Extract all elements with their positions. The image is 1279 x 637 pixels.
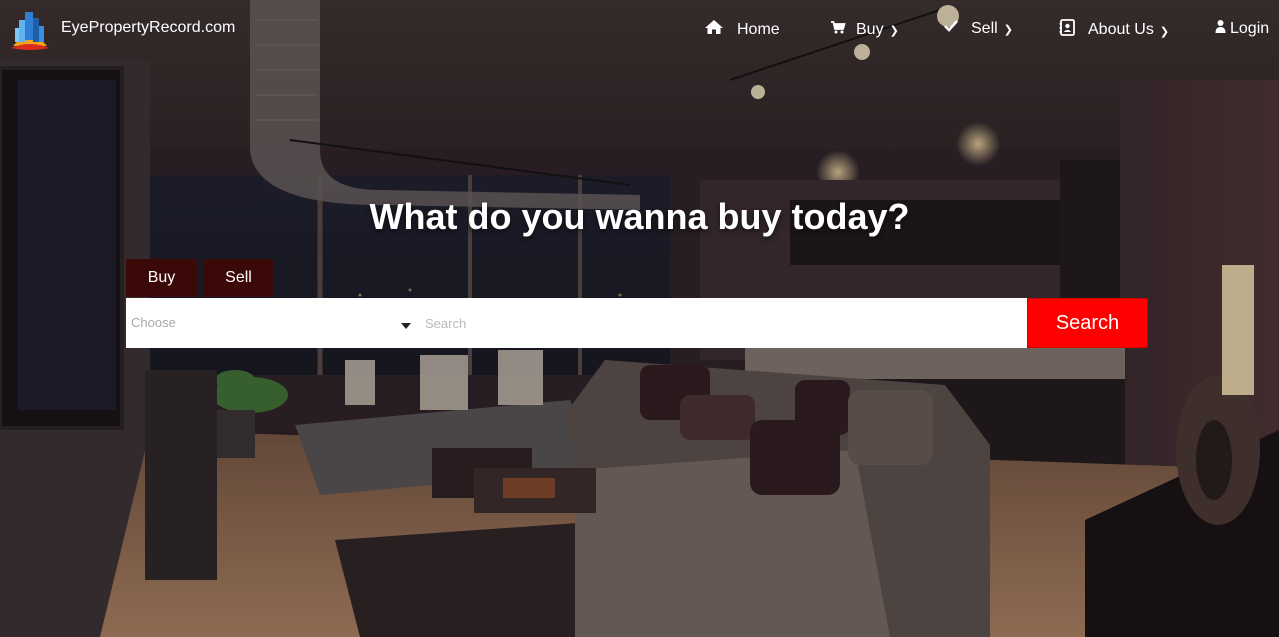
property-type-select-value: Choose bbox=[131, 315, 176, 330]
nav-home-label: Home bbox=[737, 20, 780, 38]
nav-home[interactable]: Home bbox=[704, 19, 780, 40]
nav-about-us-label: About Us bbox=[1088, 21, 1154, 38]
chevron-down-icon: ❯ bbox=[1159, 25, 1170, 38]
nav-login-label: Login bbox=[1230, 19, 1270, 37]
home-icon bbox=[704, 19, 724, 40]
nav-about-us[interactable]: About Us ❯ bbox=[1059, 19, 1169, 41]
main-nav: Home Buy ❯ Sell ❯ About Us ❯ Login bbox=[0, 19, 1279, 41]
search-bar: Choose bbox=[126, 298, 1027, 348]
nav-buy[interactable]: Buy ❯ bbox=[830, 19, 899, 40]
user-icon bbox=[1215, 19, 1226, 38]
site-header: EyePropertyRecord.com Home Buy ❯ Sell ❯ bbox=[0, 0, 1279, 60]
property-type-select[interactable]: Choose bbox=[126, 298, 418, 348]
search-input[interactable] bbox=[425, 298, 1020, 348]
contact-card-icon bbox=[1059, 19, 1075, 41]
nav-sell-label: Sell bbox=[971, 19, 998, 37]
nav-buy-label: Buy bbox=[856, 20, 884, 38]
caret-down-icon bbox=[401, 323, 411, 329]
cart-icon bbox=[830, 19, 846, 40]
tab-buy[interactable]: Buy bbox=[126, 259, 197, 297]
search-button[interactable]: Search bbox=[1027, 298, 1148, 348]
nav-login[interactable]: Login bbox=[1215, 19, 1269, 38]
nav-sell[interactable]: Sell ❯ bbox=[944, 19, 1013, 38]
tab-sell[interactable]: Sell bbox=[203, 259, 274, 297]
chevron-down-icon: ❯ bbox=[1003, 24, 1013, 36]
hero-headline: What do you wanna buy today? bbox=[369, 196, 910, 237]
check-icon bbox=[944, 19, 958, 38]
chevron-down-icon: ❯ bbox=[889, 25, 899, 37]
